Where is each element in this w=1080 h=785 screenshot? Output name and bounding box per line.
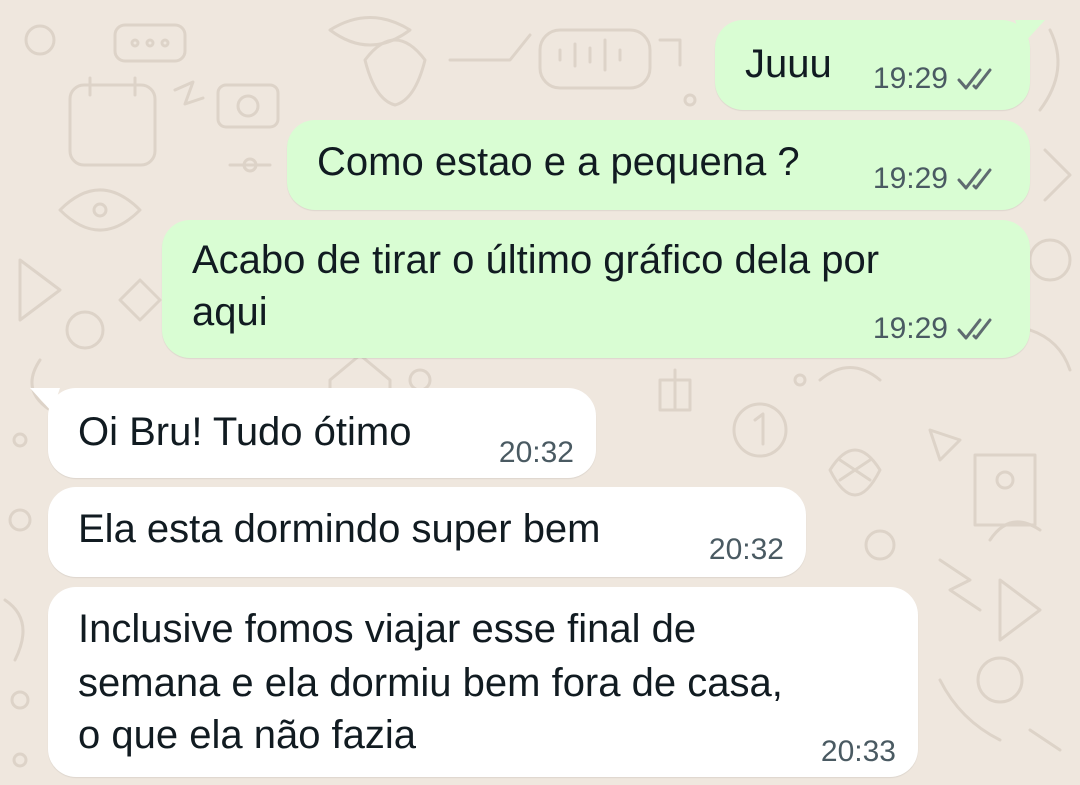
message-text-line: semana e ela dormiu bem fora de casa, — [78, 661, 783, 705]
message-meta: 19:29 — [873, 312, 1002, 346]
message-text-line: aqui — [192, 290, 268, 334]
incoming-message-bubble[interactable]: Inclusive fomos viajar esse final de sem… — [48, 587, 918, 777]
message-text-line: Acabo de tirar o último gráfico dela por — [192, 238, 880, 282]
message-meta: 20:32 — [499, 436, 574, 470]
message-text: Juuu — [745, 42, 832, 86]
incoming-message-bubble[interactable]: Oi Bru! Tudo ótimo 20:32 — [30, 388, 596, 478]
message-timestamp: 19:29 — [872, 62, 948, 95]
message-text-line: Inclusive fomos viajar esse final de — [78, 607, 697, 651]
message-timestamp: 19:29 — [872, 162, 948, 195]
double-check-icon — [957, 168, 992, 190]
bubble-tail-outgoing — [1015, 20, 1045, 44]
message-meta: 20:33 — [821, 735, 896, 769]
outgoing-message-bubble[interactable]: Acabo de tirar o último gráfico dela por… — [162, 220, 1030, 358]
message-text-line: o que ela não fazia — [78, 713, 417, 757]
double-check-icon — [957, 318, 992, 340]
message-text: Oi Bru! Tudo ótimo — [78, 410, 412, 454]
message-meta: 19:29 — [873, 62, 1002, 96]
message-meta: 19:29 — [873, 162, 1002, 196]
outgoing-message-bubble[interactable]: Juuu 19:29 — [715, 20, 1045, 110]
message-text: Ela esta dormindo super bem — [78, 507, 601, 551]
message-timestamp: 20:33 — [820, 735, 896, 768]
double-check-icon — [957, 68, 992, 90]
message-text: Como estao e a pequena ? — [317, 140, 800, 184]
message-timestamp: 20:32 — [708, 533, 784, 566]
outgoing-message-bubble[interactable]: Como estao e a pequena ? 19:29 — [287, 120, 1030, 210]
message-timestamp: 20:32 — [498, 436, 574, 469]
bubble-tail-incoming — [30, 388, 60, 412]
message-meta: 20:32 — [709, 533, 784, 567]
message-timestamp: 19:29 — [872, 312, 948, 345]
incoming-message-bubble[interactable]: Ela esta dormindo super bem 20:32 — [48, 487, 806, 577]
